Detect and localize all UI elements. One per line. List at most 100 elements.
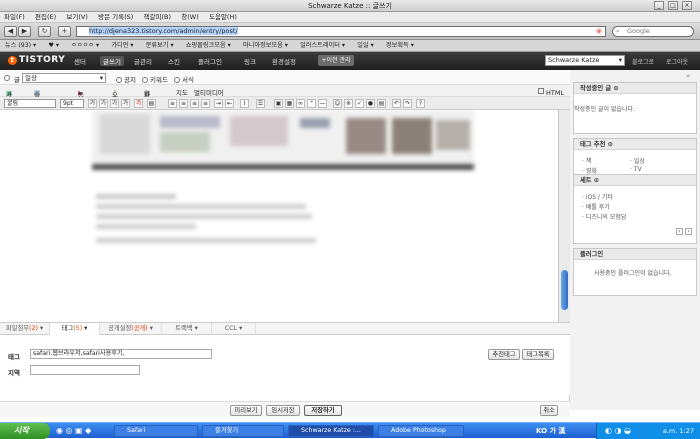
help-icon[interactable]: ? — [416, 99, 425, 108]
logout-link[interactable]: 로그아웃 — [666, 57, 688, 66]
table-icon[interactable]: ▦ — [285, 99, 294, 108]
reload-button[interactable]: ↻ — [38, 26, 51, 37]
bookmark-item[interactable]: ♥ ▾ — [43, 40, 64, 52]
outdent-icon[interactable]: ⇤ — [225, 99, 234, 108]
tab-ccl[interactable]: CCL ▾ — [212, 323, 256, 335]
recommend-tag-item[interactable]: · TV — [630, 166, 642, 173]
start-button[interactable]: 시작 — [0, 423, 50, 439]
url-field[interactable]: http://djena323.tistory.com/admin/entry/… — [76, 26, 606, 37]
italic-icon[interactable]: 가 — [110, 99, 119, 108]
tab-trackback[interactable]: 트랙백 ▾ — [162, 323, 212, 335]
maximize-button[interactable]: □ — [668, 1, 678, 10]
location-input[interactable] — [30, 365, 140, 375]
html-toggle[interactable]: HTML — [538, 87, 564, 97]
bookmark-item[interactable]: ㅇㅇㅇㅇ ▾ — [66, 40, 104, 52]
insert-map[interactable]: 지도 — [176, 87, 188, 97]
nav-plugin[interactable]: 플러그인 — [198, 56, 222, 66]
nav-write[interactable]: 글쓰기 — [100, 56, 124, 66]
template-radio[interactable]: 서식 — [174, 74, 194, 84]
close-button[interactable]: × — [682, 1, 692, 10]
menu-window[interactable]: 창(W) — [177, 12, 202, 23]
bookmark-item[interactable]: 마니아정보모음 ▾ — [238, 40, 293, 52]
keyword-radio[interactable]: 키워드 — [142, 74, 168, 84]
task-blog[interactable]: Schwarze Katze :... — [288, 425, 374, 437]
series-item[interactable]: · 디즈니의 모험담 — [582, 212, 626, 221]
menu-history[interactable]: 방문 기록(S) — [94, 12, 137, 23]
menu-view[interactable]: 보기(V) — [62, 12, 91, 23]
size-select[interactable]: 9pt — [60, 99, 84, 108]
save-button[interactable]: 저장하기 — [304, 405, 342, 416]
quicklaunch-icons[interactable]: ◉ ◎ ▣ ◆ — [56, 426, 91, 435]
editor-scrollbar[interactable] — [558, 110, 570, 322]
cancel-button[interactable]: 취소 — [540, 405, 558, 416]
line-height-icon[interactable]: Ⅰ — [240, 99, 249, 108]
bookmark-item[interactable]: 가디언 ▾ — [106, 40, 138, 52]
recommend-tag-item[interactable]: · 책 — [582, 156, 591, 165]
list-icon[interactable]: ☰ — [256, 99, 265, 108]
recommend-tag-item[interactable]: · 일상 — [630, 156, 645, 165]
font-select[interactable]: 굴림 — [4, 99, 56, 108]
series-item[interactable]: · 배틀 후기 — [582, 202, 610, 211]
emoticon-icon[interactable]: ☺ — [333, 99, 342, 108]
hr-icon[interactable]: — — [318, 99, 327, 108]
category-radio[interactable] — [4, 74, 12, 82]
back-button[interactable]: ◀ — [4, 26, 17, 37]
tab-visibility[interactable]: 공개설정(공개) ▾ — [100, 323, 162, 335]
bg-color-icon[interactable]: ▤ — [147, 99, 156, 108]
menu-bookmarks[interactable]: 책갈피(B) — [140, 12, 175, 23]
task-safari[interactable]: Safari — [114, 425, 198, 437]
link-icon[interactable]: ∞ — [296, 99, 305, 108]
nav-center[interactable]: 센터 — [74, 56, 86, 66]
blog-select[interactable]: Schwarze Katze ▾ — [545, 55, 625, 66]
menu-file[interactable]: 파일(F) — [0, 12, 29, 23]
nav-settings[interactable]: 환경설정 — [272, 56, 296, 66]
underline-icon[interactable]: 가 — [99, 99, 108, 108]
text-color-icon[interactable]: 가 — [134, 99, 143, 108]
tab-attachments[interactable]: 파일첨부(2) ▾ — [0, 323, 50, 335]
insert-multimedia[interactable]: 멀티미디어 — [194, 87, 224, 97]
tag-list-button[interactable]: 태그목록 — [522, 349, 554, 360]
strike-icon[interactable]: 가 — [121, 99, 130, 108]
quote-icon[interactable]: " — [307, 99, 316, 108]
image-icon[interactable]: ▣ — [274, 99, 283, 108]
spellcheck-icon[interactable]: ✓ — [355, 99, 364, 108]
bookmark-item[interactable]: 정보획득 ▾ — [381, 40, 419, 52]
forward-button[interactable]: ▶ — [18, 26, 31, 37]
scrollbar-thumb[interactable] — [561, 270, 568, 310]
align-center-icon[interactable]: ≡ — [179, 99, 188, 108]
bookmark-item[interactable]: 쇼핑몰링크모음 ▾ — [181, 40, 236, 52]
special-char-icon[interactable]: ※ — [344, 99, 353, 108]
bookmark-item[interactable]: 일러스트레이터 ▾ — [295, 40, 350, 52]
language-bar[interactable]: KO 가 漢 — [536, 426, 565, 436]
menu-help[interactable]: 도움말(H) — [205, 12, 241, 23]
tag-input[interactable]: safari,웹브라우저,safari사용후기, — [30, 349, 212, 359]
old-admin-button[interactable]: +이전 관리 — [318, 55, 354, 66]
align-right-icon[interactable]: ≡ — [190, 99, 199, 108]
align-justify-icon[interactable]: ≡ — [201, 99, 210, 108]
collapse-icon[interactable]: » — [686, 72, 690, 80]
rss-icon[interactable]: ◉ — [596, 27, 602, 36]
blog-link[interactable]: 블로그로 — [632, 57, 654, 66]
indent-icon[interactable]: ⇥ — [214, 99, 223, 108]
task-favorites[interactable]: 즐겨찾기 — [202, 425, 284, 437]
undo-icon[interactable]: ↶ — [392, 99, 401, 108]
align-left-icon[interactable]: ≡ — [168, 99, 177, 108]
menu-edit[interactable]: 편집(E) — [31, 12, 60, 23]
search-field[interactable]: ⌕ Google — [612, 26, 694, 37]
task-photoshop[interactable]: Adobe Photoshop — [378, 425, 464, 437]
bookmark-item[interactable]: 일일 ▾ — [352, 40, 378, 52]
nav-skin[interactable]: 스킨 — [168, 56, 180, 66]
bookmark-item[interactable]: 분류보기 ▾ — [141, 40, 179, 52]
preview-button[interactable]: 미리보기 — [230, 405, 262, 416]
nav-manage[interactable]: 글관리 — [134, 56, 152, 66]
tistory-logo[interactable]: t TISTORY — [8, 55, 65, 65]
add-bookmark-button[interactable]: + — [58, 26, 71, 37]
next-page-icon[interactable]: › — [685, 228, 692, 235]
series-item[interactable]: · iOS / 기타 — [582, 192, 613, 201]
tray-icons[interactable]: ◐ ◑ ◒ — [605, 423, 631, 439]
editor-canvas[interactable] — [0, 110, 558, 322]
prev-page-icon[interactable]: ‹ — [676, 228, 683, 235]
minimize-button[interactable]: _ — [654, 1, 664, 10]
category-select[interactable]: 일상 ▾ — [22, 73, 106, 83]
more-icon[interactable]: ▤ — [377, 99, 386, 108]
